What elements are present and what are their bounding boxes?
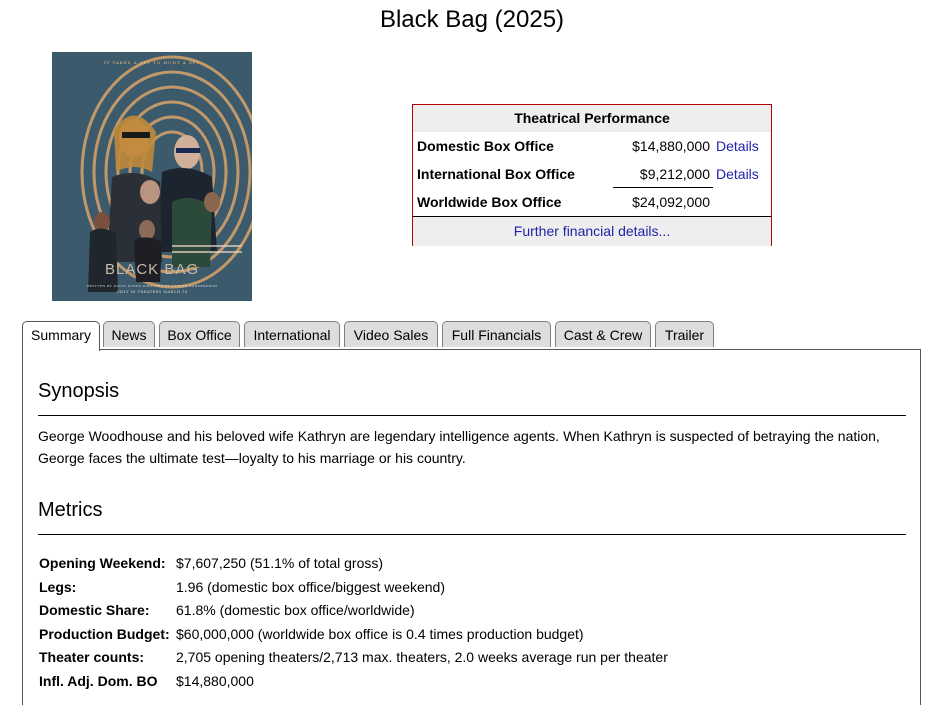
metric-value: 1.96 (domestic box office/biggest weeken… [176, 578, 446, 595]
theatrical-performance-box: Theatrical Performance Domestic Box Offi… [412, 104, 772, 246]
tab-international[interactable]: International [244, 321, 340, 347]
metric-key: Domestic Share: [39, 602, 150, 619]
further-financial-details-link[interactable]: Further financial details... [413, 216, 771, 246]
metric-value: $14,880,000 [176, 672, 254, 689]
metric-value: 61.8% (domestic box office/worldwide) [176, 602, 415, 619]
metric-value: 2,705 opening theaters/2,713 max. theate… [176, 649, 668, 666]
domestic-details-link[interactable]: Details [716, 132, 759, 160]
page-title: Black Bag (2025) [379, 6, 565, 33]
performance-heading: Theatrical Performance [413, 105, 771, 132]
domestic-box-office-row: Domestic Box Office $14,880,000 Details [413, 132, 771, 160]
row-amount: $9,212,000 [639, 166, 710, 182]
poster-credits: WRITTEN BY DAVID KOEPP DIRECTED BY STEVE… [86, 284, 218, 288]
poster-logo: BLACK BAG [104, 261, 200, 278]
poster-tagline: IT TAKES A SPY TO HUNT A SPY [103, 60, 201, 65]
international-box-office-row: International Box Office $9,212,000 Deta… [413, 160, 771, 188]
movie-page: Black Bag (2025) IT TAKES A SPY TO HUNT … [0, 0, 947, 705]
synopsis-heading: Synopsis [38, 380, 120, 402]
poster-release-date: ONLY IN THEATERS MARCH 14 [116, 290, 188, 294]
summary-panel: Synopsis George Woodhouse and his belove… [22, 349, 921, 705]
metrics-divider [38, 534, 906, 535]
metric-key: Infl. Adj. Dom. BO [39, 672, 158, 689]
metric-value: $7,607,250 (51.1% of total gross) [176, 555, 384, 571]
tab-box-office[interactable]: Box Office [159, 321, 240, 347]
metric-key: Opening Weekend: [39, 555, 166, 571]
metric-key: Production Budget: [39, 625, 170, 642]
row-amount: $24,092,000 [632, 194, 710, 210]
row-label: Worldwide Box Office [417, 194, 562, 210]
synopsis-text: George Woodhouse and his beloved wife Ka… [38, 428, 880, 466]
metrics-heading: Metrics [38, 499, 103, 521]
tab-trailer[interactable]: Trailer [655, 321, 714, 347]
tab-news[interactable]: News [103, 321, 155, 347]
metric-key: Legs: [39, 578, 77, 595]
synopsis-divider [38, 415, 906, 416]
metric-key: Theater counts: [39, 649, 145, 666]
metric-value: $60,000,000 (worldwide box office is 0.4… [176, 625, 584, 642]
tab-video-sales[interactable]: Video Sales [344, 321, 438, 347]
tab-cast-crew[interactable]: Cast & Crew [555, 321, 651, 347]
row-label: Domestic Box Office [417, 138, 554, 154]
worldwide-box-office-row: Worldwide Box Office $24,092,000 [413, 188, 771, 216]
movie-poster: IT TAKES A SPY TO HUNT A SPY BLACK BAG W… [52, 52, 252, 301]
tab-full-financials[interactable]: Full Financials [442, 321, 551, 347]
tab-summary[interactable]: Summary [22, 321, 100, 351]
international-details-link[interactable]: Details [716, 160, 759, 188]
row-label: International Box Office [417, 166, 575, 182]
row-amount: $14,880,000 [632, 138, 710, 154]
